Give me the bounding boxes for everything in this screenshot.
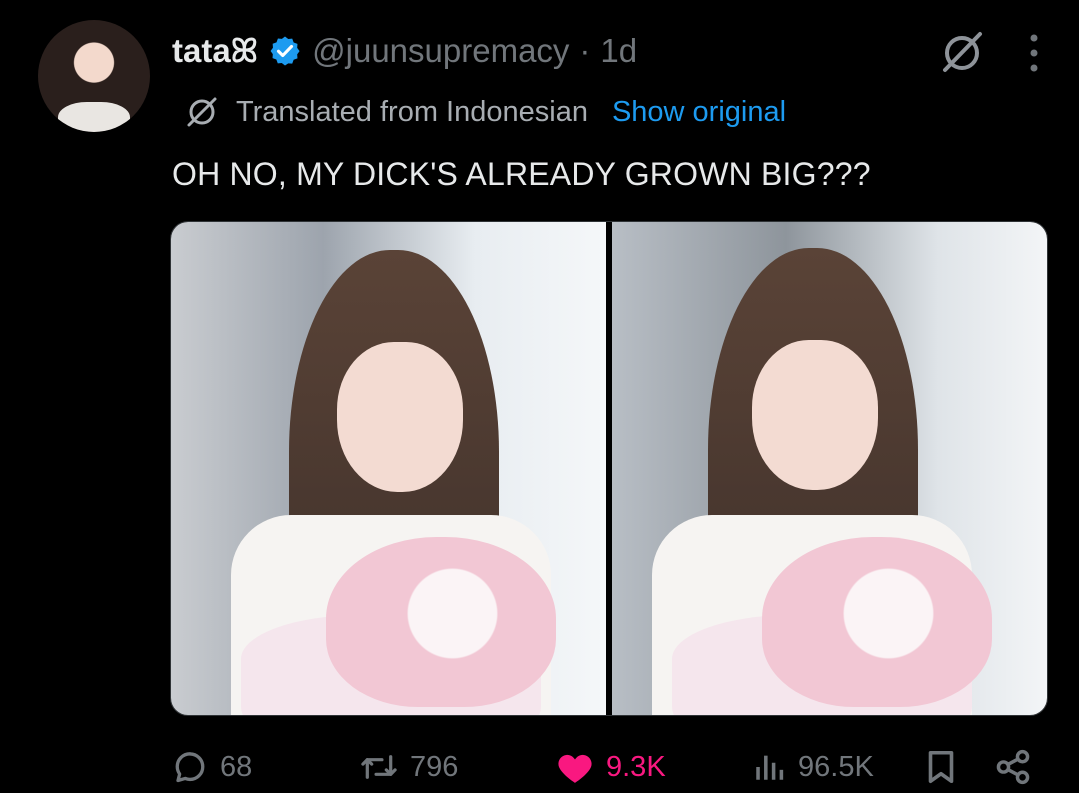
- more-icon[interactable]: [1029, 32, 1039, 74]
- views-button[interactable]: 96.5K: [752, 750, 874, 784]
- reply-button[interactable]: 68: [172, 749, 252, 785]
- tweet-header: tataꕤ @juunsupremacy · 1d: [172, 28, 637, 74]
- verified-badge-icon: [270, 36, 300, 66]
- globe-icon: [187, 97, 217, 127]
- photo-right[interactable]: [612, 222, 1047, 715]
- like-count: 9.3K: [606, 750, 666, 783]
- photo-left[interactable]: [171, 222, 606, 715]
- separator: ·: [579, 32, 591, 69]
- bookmark-button[interactable]: [924, 749, 958, 785]
- show-original-link[interactable]: Show original: [612, 96, 786, 129]
- share-button[interactable]: [994, 748, 1032, 786]
- avatar[interactable]: [38, 20, 150, 132]
- reply-count: 68: [220, 750, 253, 783]
- bookmark-icon: [928, 750, 954, 784]
- tweet-actions: 68 796 9.3K 96.5K: [172, 744, 1040, 790]
- tweet-text: OH NO, MY DICK'S ALREADY GROWN BIG???: [172, 156, 871, 192]
- views-icon: [756, 755, 784, 780]
- author-name[interactable]: tataꕤ: [172, 32, 258, 71]
- grok-icon[interactable]: [935, 26, 989, 80]
- media-grid[interactable]: [170, 221, 1048, 716]
- retweet-icon: [361, 755, 397, 779]
- retweet-count: 796: [410, 750, 459, 783]
- heart-icon: [558, 754, 592, 783]
- post-time[interactable]: 1d: [600, 32, 637, 70]
- retweet-button[interactable]: 796: [360, 749, 458, 785]
- share-icon: [996, 749, 1030, 785]
- translation-bar: Translated from Indonesian Show original: [182, 92, 786, 132]
- translation-label: Translated from Indonesian: [236, 95, 588, 128]
- reply-icon: [175, 752, 205, 783]
- author-handle[interactable]: @juunsupremacy: [312, 32, 569, 70]
- header-actions: [935, 26, 1039, 80]
- like-button[interactable]: 9.3K: [556, 749, 666, 785]
- view-count: 96.5K: [798, 750, 874, 783]
